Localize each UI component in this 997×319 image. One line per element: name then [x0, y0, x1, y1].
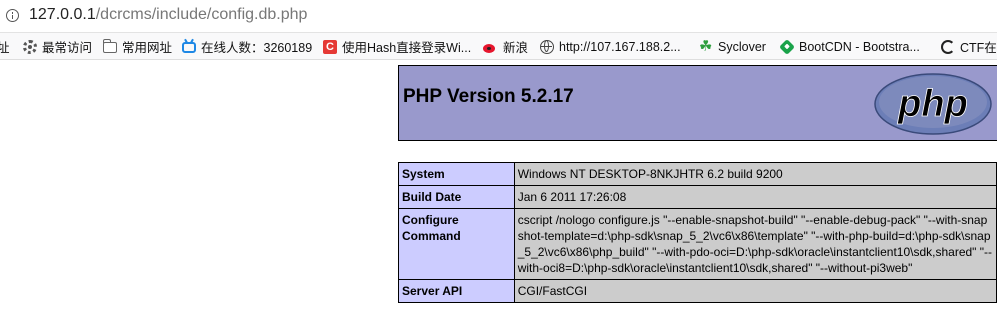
bookmark-hash-login[interactable]: C 使用Hash直接登录Wi...	[323, 37, 471, 56]
php-version-header: PHP Version 5.2.17 php	[398, 65, 997, 141]
row-value-build-date: Jan 6 2011 17:26:08	[513, 185, 997, 209]
globe-icon	[540, 39, 554, 54]
table-row: Server API CGI/FastCGI	[398, 279, 997, 303]
row-key-server-api: Server API	[398, 279, 515, 303]
bookmark-partial[interactable]: 址	[0, 37, 10, 56]
bookmark-sina[interactable]: 新浪	[482, 37, 528, 56]
table-row: System Windows NT DESKTOP-8NKJHTR 6.2 bu…	[398, 162, 997, 186]
bookmark-ctf[interactable]: CTF在	[941, 37, 997, 56]
csdn-icon: C	[323, 39, 337, 54]
php-info-table: System Windows NT DESKTOP-8NKJHTR 6.2 bu…	[398, 162, 997, 303]
site-info-icon[interactable]	[6, 9, 19, 22]
bookmark-label: BootCDN - Bootstra...	[799, 39, 920, 54]
row-key-build-date: Build Date	[398, 185, 515, 209]
bookmarks-bar: 址 最常访问 常用网址 在线人数：3260189 C 使用Hash直接登录Wi.…	[0, 33, 997, 60]
bookmark-label: 址	[0, 37, 10, 56]
url-host: 127.0.0.1	[29, 6, 96, 23]
bookmark-label: 常用网址	[122, 41, 173, 55]
bookmark-label: 使用Hash直接登录Wi...	[342, 41, 472, 55]
bookmark-most-visited[interactable]: 最常访问	[23, 37, 92, 56]
url-text[interactable]: 127.0.0.1/dcrcms/include/config.db.php	[29, 6, 307, 24]
url-path: /dcrcms/include/config.db.php	[95, 6, 308, 23]
bookmark-bootcdn[interactable]: BootCDN - Bootstra...	[779, 37, 920, 56]
bookmark-common-sites[interactable]: 常用网址	[103, 37, 172, 56]
bookmark-label: Syclover	[718, 39, 766, 54]
bookmark-label: 最常访问	[42, 41, 93, 55]
bookmark-online-count[interactable]: 在线人数：3260189	[182, 37, 312, 56]
bookmark-label: http://107.167.188.2...	[559, 39, 681, 54]
table-row: Configure Command cscript /nologo config…	[398, 208, 997, 280]
bootcdn-icon	[779, 38, 795, 55]
php-logo-text: php	[897, 83, 968, 125]
row-value-server-api: CGI/FastCGI	[513, 279, 997, 303]
bookmark-label: 新浪	[503, 41, 529, 55]
bookmark-label: 在线人数：3260189	[201, 41, 313, 55]
php-logo-icon[interactable]: php	[873, 72, 993, 136]
table-row: Build Date Jan 6 2011 17:26:08	[398, 185, 997, 209]
weibo-icon	[482, 40, 498, 54]
folder-icon	[103, 38, 117, 53]
bookmark-label: CTF在	[960, 41, 997, 55]
clover-icon	[699, 37, 713, 55]
row-key-configure-command: Configure Command	[398, 208, 515, 280]
bookmark-ip-link[interactable]: http://107.167.188.2...	[540, 37, 681, 56]
address-bar[interactable]: 127.0.0.1/dcrcms/include/config.db.php	[0, 0, 997, 33]
row-value-configure-command: cscript /nologo configure.js "--enable-s…	[513, 208, 997, 280]
page-title: PHP Version 5.2.17	[403, 86, 574, 107]
row-value-system: Windows NT DESKTOP-8NKJHTR 6.2 build 920…	[513, 162, 997, 186]
row-key-system: System	[398, 162, 515, 186]
bilibili-icon	[182, 42, 196, 53]
gear-icon	[23, 39, 37, 54]
ctf-icon	[941, 39, 955, 54]
bookmark-syclover[interactable]: Syclover	[699, 37, 766, 56]
